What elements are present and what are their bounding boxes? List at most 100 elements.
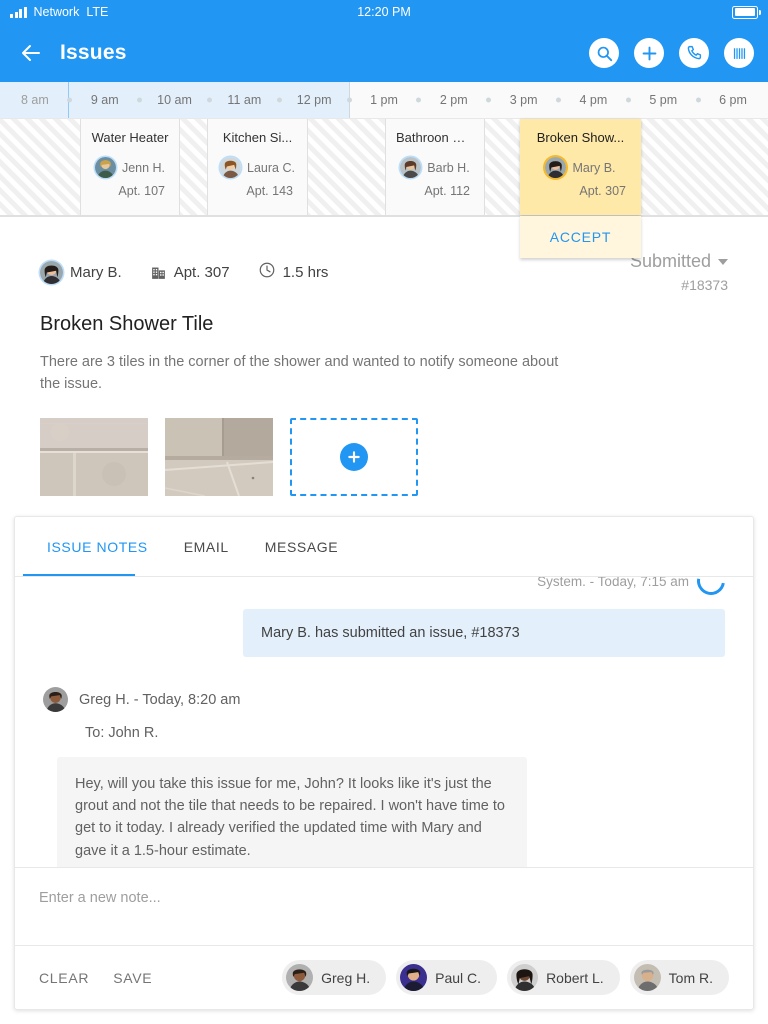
timeline-ticks: 8 am 9 am 10 am 11 am 12 pm 1 pm 2 pm 3 … (0, 82, 768, 118)
assignee-name: Tom R. (668, 969, 713, 986)
assignee-chip-robert[interactable]: Robert L. (507, 960, 620, 995)
avatar (286, 964, 314, 991)
timeline-event-apt: Apt. 143 (246, 184, 293, 198)
clock-icon (258, 261, 276, 283)
note-entry-header: Greg H. - Today, 8:20 am (43, 687, 725, 712)
assignee-name: Greg H. (321, 969, 371, 986)
timeline-tick: 6 pm (698, 93, 768, 107)
note-entry: Greg H. - Today, 8:20 am To: John R. Hey… (43, 687, 725, 867)
system-entry-meta: System. - Today, 7:15 am (537, 577, 689, 589)
clear-button[interactable]: CLEAR (39, 970, 89, 986)
issue-number: #18373 (681, 277, 728, 293)
timeline-event-person-name: Jenn H. (121, 160, 166, 175)
issue-title: Broken Shower Tile (40, 313, 214, 335)
avatar (400, 964, 428, 991)
add-button[interactable] (634, 38, 664, 68)
timeline-event-apt: Apt. 112 (424, 184, 470, 198)
timeline-tick: 1 pm (349, 93, 419, 107)
status-bar-right (732, 5, 761, 19)
timeline-tick: 12 pm (279, 93, 349, 107)
signal-bars-icon (10, 6, 27, 18)
notes-actions: CLEAR SAVE Greg H. Paul C. Robert L. Tom… (15, 945, 753, 1009)
accept-button[interactable]: ACCEPT (520, 216, 641, 258)
timeline-event-title: Broken Show... (536, 130, 625, 145)
add-icon (642, 46, 656, 60)
timeline-event-title: Water Heater (91, 130, 169, 145)
issue-unit-label: Apt. 307 (173, 263, 230, 281)
timeline-event-broken-shower[interactable]: Broken Show... Mary B. Apt. 307 ACCEPT (520, 119, 641, 258)
timeline-event-person: Jenn H. (91, 157, 169, 178)
timeline-event-person-name: Laura C. (247, 160, 295, 175)
timeline-event-water-heater[interactable]: Water Heater Jenn H. Apt. 107 (80, 119, 180, 215)
timeline-event-title: Bathroon Wi... (396, 130, 474, 145)
system-entry-bubble: Mary B. has submitted an issue, #18373 (243, 609, 725, 657)
search-button[interactable] (589, 38, 619, 68)
back-button[interactable] (14, 36, 48, 70)
note-entry-body: Hey, will you take this issue for me, Jo… (57, 757, 527, 867)
notes-thread[interactable]: System. - Today, 7:15 am Mary B. has sub… (15, 577, 753, 867)
search-icon (597, 46, 612, 61)
timeline-tick: 4 pm (559, 93, 629, 107)
note-composer[interactable]: Enter a new note... (15, 867, 753, 945)
timeline-ruler[interactable]: 8 am 9 am 10 am 11 am 12 pm 1 pm 2 pm 3 … (0, 82, 768, 119)
status-bar-left: Network LTE (10, 5, 108, 19)
timeline-event-kitchen-sink[interactable]: Kitchen Si... Laura C. Apt. 143 (207, 119, 308, 215)
chevron-down-icon (718, 258, 728, 265)
scan-button[interactable] (724, 38, 754, 68)
note-entry-meta: Greg H. - Today, 8:20 am (79, 691, 241, 708)
timeline-tick: 8 am (21, 93, 49, 107)
tab-issue-notes[interactable]: ISSUE NOTES (29, 517, 166, 576)
issue-photos (40, 417, 728, 496)
timeline-event-person-name: Mary B. (572, 160, 616, 175)
timeline-tick: 10 am (140, 93, 210, 107)
timeline-event-apt: Apt. 307 (579, 184, 626, 198)
app-bar-actions (589, 38, 754, 68)
tab-email[interactable]: EMAIL (166, 517, 247, 576)
issue-status: Submitted #18373 (630, 251, 728, 293)
issue-unit: Apt. 307 (150, 264, 230, 281)
call-button[interactable] (679, 38, 709, 68)
status-bar-clock: 12:20 PM (357, 5, 411, 19)
loading-spinner-icon (691, 577, 731, 601)
issue-notes-card: ISSUE NOTES EMAIL MESSAGE System. - Toda… (14, 516, 754, 1010)
assignee-chip-paul[interactable]: Paul C. (396, 960, 498, 995)
avatar (40, 260, 63, 284)
status-bar: Network LTE 12:20 PM (0, 0, 768, 24)
issue-duration: 1.5 hrs (258, 261, 328, 283)
battery-icon (732, 5, 761, 19)
timeline-event-person: Laura C. (218, 157, 297, 178)
issue-reporter: Mary B. (40, 260, 122, 284)
timeline-event-apt: Apt. 107 (118, 184, 165, 198)
avatar (94, 157, 116, 178)
timeline-tick: 9 am (70, 93, 140, 107)
phone-icon (687, 45, 702, 60)
system-entry-header: System. - Today, 7:15 am (43, 577, 731, 601)
avatar (400, 157, 422, 178)
timeline-event-bathroom-window[interactable]: Bathroon Wi... Barb H. Apt. 112 (385, 119, 485, 215)
avatar (43, 687, 68, 712)
barcode-icon (733, 47, 745, 59)
assignee-chips: Greg H. Paul C. Robert L. Tom R. (282, 960, 729, 995)
issue-reporter-name: Mary B. (70, 263, 122, 281)
save-button[interactable]: SAVE (113, 970, 152, 986)
carrier-type-label: LTE (86, 5, 109, 19)
assignee-name: Robert L. (546, 969, 604, 986)
status-dropdown[interactable]: Submitted (630, 251, 728, 272)
assignee-chip-tom[interactable]: Tom R. (629, 960, 729, 995)
timeline-tick: 11 am (209, 93, 279, 107)
network-label: Network (33, 5, 80, 19)
timeline-event-person: Barb H. (396, 157, 474, 178)
tab-message[interactable]: MESSAGE (247, 517, 356, 576)
timeline-lanes: Water Heater Jenn H. Apt. 107 Kitchen Si… (0, 119, 768, 258)
avatar (545, 157, 567, 178)
assignee-chip-greg[interactable]: Greg H. (282, 960, 387, 995)
timeline-tick: 2 pm (419, 93, 489, 107)
issue-photo-1[interactable] (40, 417, 148, 496)
assignee-name: Paul C. (435, 969, 482, 986)
issue-photo-2[interactable] (165, 417, 273, 496)
add-photo-button[interactable] (290, 417, 418, 496)
app-bar: Issues (0, 24, 768, 82)
timeline-tick: 3 pm (489, 93, 559, 107)
avatar (633, 964, 661, 991)
note-input-placeholder: Enter a new note... (39, 890, 161, 906)
